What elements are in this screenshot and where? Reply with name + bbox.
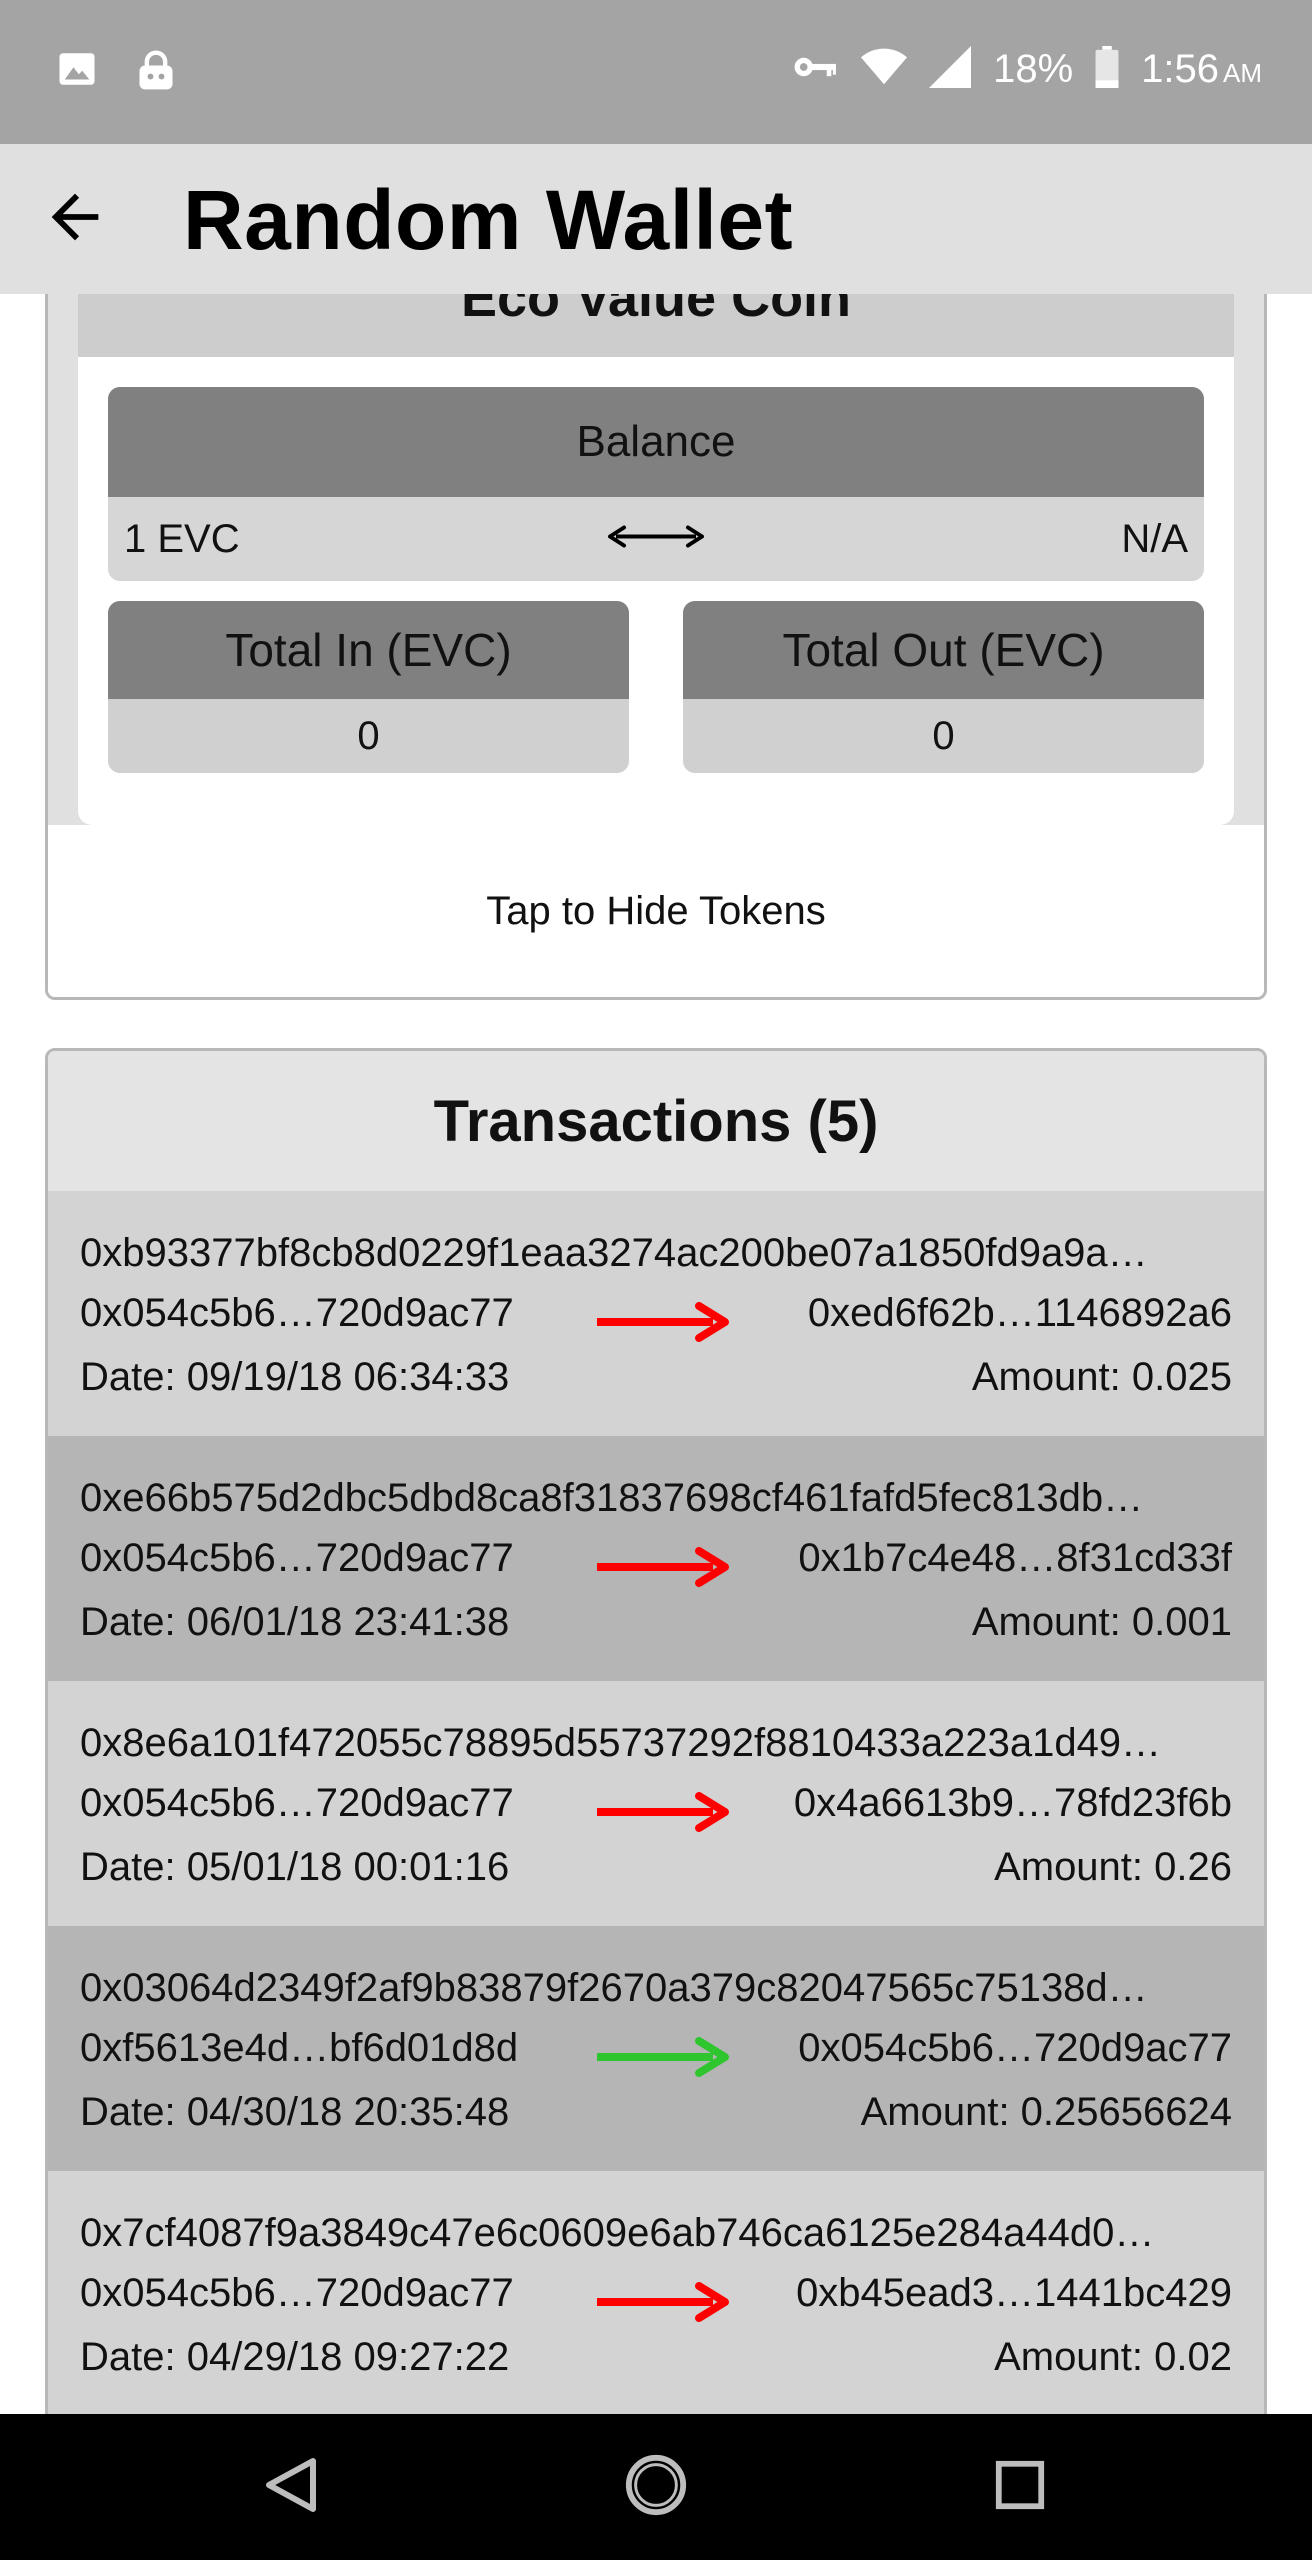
double-arrow-icon	[608, 517, 704, 562]
balance-fiat: N/A	[1121, 516, 1188, 561]
transaction-from: 0x054c5b6…720d9ac77	[80, 1781, 514, 1825]
transactions-header: Transactions (5)	[48, 1051, 1264, 1191]
home-circle-icon	[623, 2452, 689, 2523]
nav-back-button[interactable]	[246, 2442, 336, 2532]
balance-row: 1 EVC N/A	[108, 497, 1204, 581]
hide-tokens-button[interactable]: Tap to Hide Tokens	[48, 825, 1264, 997]
transaction-meta: Date: 09/19/18 06:34:33 Amount: 0.025	[80, 1345, 1232, 1409]
transaction-from: 0x054c5b6…720d9ac77	[80, 1291, 514, 1335]
clock-ampm: AM	[1223, 58, 1262, 88]
total-out-label: Total Out (EVC)	[683, 601, 1204, 699]
status-notifications	[56, 48, 178, 99]
key-icon	[793, 52, 839, 87]
transaction-amount: Amount: 0.26	[994, 1845, 1232, 1889]
transaction-to: 0xb45ead3…1441bc429	[796, 2271, 1232, 2315]
arrow-back-icon	[40, 182, 110, 257]
transaction-hash: 0xe66b575d2dbc5dbd8ca8f31837698cf461fafd…	[80, 1476, 1144, 1520]
transaction-to: 0x1b7c4e48…8f31cd33f	[798, 1536, 1232, 1580]
status-bar: 18% 1:56 AM	[0, 0, 1312, 144]
transaction-amount: Amount: 0.025	[971, 1355, 1232, 1399]
transaction-amount: Amount: 0.02	[994, 2335, 1232, 2379]
nav-recents-button[interactable]	[975, 2442, 1065, 2532]
recents-square-icon	[993, 2458, 1047, 2517]
transaction-date: Date: 05/01/18 00:01:16	[80, 1845, 510, 1889]
total-out-box: Total Out (EVC) 0	[683, 601, 1204, 773]
transaction-from: 0x054c5b6…720d9ac77	[80, 1536, 514, 1580]
transaction-meta: Date: 04/29/18 09:27:22 Amount: 0.02	[80, 2325, 1232, 2389]
transaction-date: Date: 04/30/18 20:35:48	[80, 2090, 510, 2134]
transaction-to: 0x054c5b6…720d9ac77	[798, 2026, 1232, 2070]
transaction-item[interactable]: 0xe66b575d2dbc5dbd8ca8f31837698cf461fafd…	[48, 1436, 1264, 1681]
transaction-from: 0x054c5b6…720d9ac77	[80, 2271, 514, 2315]
token-name-bar: Eco Value Coin	[78, 294, 1234, 357]
nav-home-button[interactable]	[611, 2442, 701, 2532]
transaction-hash: 0x03064d2349f2af9b83879f2670a379c8204756…	[80, 1966, 1148, 2010]
back-triangle-icon	[263, 2455, 319, 2520]
transaction-addresses: 0x054c5b6…720d9ac77 0xed6f62b…1146892a6	[80, 1281, 1232, 1345]
transaction-item[interactable]: 0x03064d2349f2af9b83879f2670a379c8204756…	[48, 1926, 1264, 2171]
balance-label: Balance	[108, 387, 1204, 497]
status-indicators: 18% 1:56 AM	[793, 46, 1262, 93]
vpn-lock-icon	[134, 48, 178, 99]
balance-value: 1 EVC	[124, 516, 240, 561]
token-details: Eco Value Coin Balance 1 EVC N/A Total I…	[78, 294, 1234, 825]
transaction-hash: 0x7cf4087f9a3849c47e6c0609e6ab746ca6125e…	[80, 2211, 1155, 2255]
transaction-item[interactable]: 0xb93377bf8cb8d0229f1eaa3274ac200be07a18…	[48, 1191, 1264, 1436]
transaction-date: Date: 06/01/18 23:41:38	[80, 1600, 510, 1644]
transaction-meta: Date: 05/01/18 00:01:16 Amount: 0.26	[80, 1835, 1232, 1899]
transaction-addresses: 0xf5613e4d…bf6d01d8d 0x054c5b6…720d9ac77	[80, 2016, 1232, 2080]
total-out-value: 0	[932, 713, 955, 758]
back-button[interactable]	[30, 174, 120, 264]
system-nav-bar	[0, 2414, 1312, 2560]
transaction-date: Date: 09/19/18 06:34:33	[80, 1355, 510, 1399]
transaction-meta: Date: 04/30/18 20:35:48 Amount: 0.256566…	[80, 2080, 1232, 2144]
signal-icon	[929, 46, 972, 93]
total-in-value: 0	[357, 713, 380, 758]
battery-icon	[1095, 46, 1119, 93]
battery-percent: 18%	[993, 47, 1074, 91]
page-title: Random Wallet	[183, 173, 794, 267]
image-icon	[56, 48, 98, 99]
transaction-addresses: 0x054c5b6…720d9ac77 0x4a6613b9…78fd23f6b	[80, 1771, 1232, 1835]
transaction-to: 0x4a6613b9…78fd23f6b	[793, 1781, 1232, 1825]
balance-box: Balance 1 EVC N/A	[108, 387, 1204, 581]
transactions-card: Transactions (5) 0xb93377bf8cb8d0229f1ea…	[45, 1048, 1267, 2414]
transaction-amount: Amount: 0.25656624	[860, 2090, 1232, 2134]
transaction-addresses: 0x054c5b6…720d9ac77 0xb45ead3…1441bc429	[80, 2261, 1232, 2325]
transaction-item[interactable]: 0x8e6a101f472055c78895d55737292f8810433a…	[48, 1681, 1264, 1926]
main-content[interactable]: Eco Value Coin Balance 1 EVC N/A Total I…	[0, 294, 1312, 2414]
transaction-hash: 0x8e6a101f472055c78895d55737292f8810433a…	[80, 1721, 1162, 1765]
total-in-box: Total In (EVC) 0	[108, 601, 629, 773]
transaction-to: 0xed6f62b…1146892a6	[807, 1291, 1232, 1335]
transaction-meta: Date: 06/01/18 23:41:38 Amount: 0.001	[80, 1590, 1232, 1654]
token-card: Eco Value Coin Balance 1 EVC N/A Total I…	[45, 294, 1267, 1000]
clock: 1:56 AM	[1141, 47, 1262, 91]
transaction-addresses: 0x054c5b6…720d9ac77 0x1b7c4e48…8f31cd33f	[80, 1526, 1232, 1590]
totals-row: Total In (EVC) 0 Total Out (EVC) 0	[108, 601, 1204, 773]
transaction-date: Date: 04/29/18 09:27:22	[80, 2335, 510, 2379]
token-name: Eco Value Coin	[460, 294, 852, 328]
transaction-amount: Amount: 0.001	[971, 1600, 1232, 1644]
wifi-icon	[861, 47, 908, 92]
total-in-label: Total In (EVC)	[108, 601, 629, 699]
app-bar: Random Wallet	[0, 144, 1312, 294]
transaction-hash: 0xb93377bf8cb8d0229f1eaa3274ac200be07a18…	[80, 1231, 1148, 1275]
transaction-item[interactable]: 0x7cf4087f9a3849c47e6c0609e6ab746ca6125e…	[48, 2171, 1264, 2414]
transaction-from: 0xf5613e4d…bf6d01d8d	[80, 2026, 519, 2070]
